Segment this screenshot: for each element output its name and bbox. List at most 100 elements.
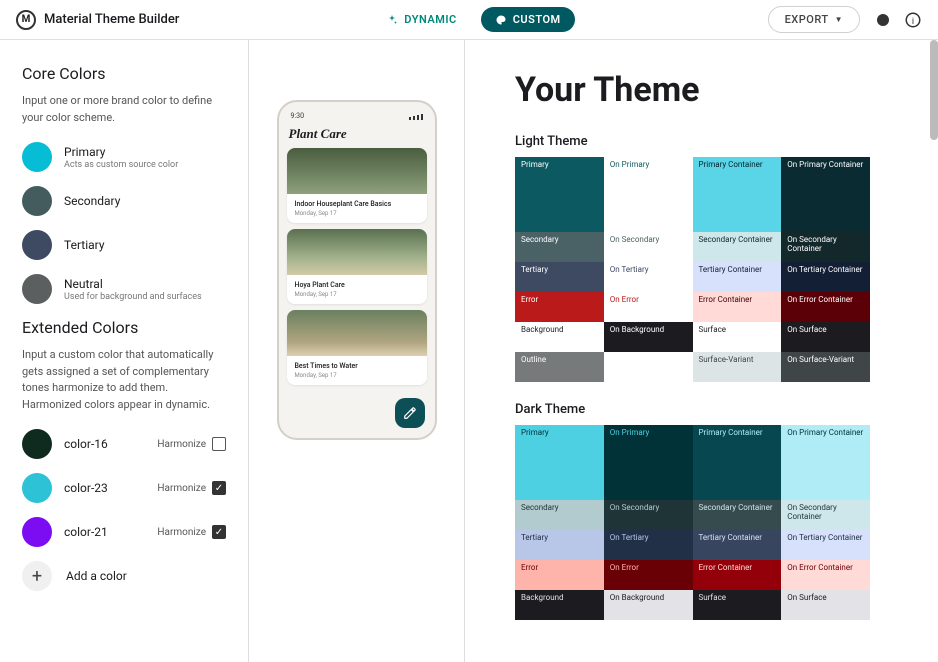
core-color-row[interactable]: Primary Acts as custom source color	[22, 142, 226, 172]
color-swatch[interactable]	[22, 274, 52, 304]
harmonize-toggle[interactable]: Harmonize	[157, 437, 226, 451]
phone-time: 9:30	[291, 112, 305, 120]
core-color-row[interactable]: Tertiary	[22, 230, 226, 260]
color-role-cell[interactable]: On Secondary Container	[781, 232, 870, 262]
phone-mockup: 9:30 Plant Care Indoor Houseplant Care B…	[277, 100, 437, 440]
color-role-cell[interactable]: On Tertiary Container	[781, 530, 870, 560]
color-role-cell[interactable]: Secondary Container	[693, 232, 782, 262]
palette-icon	[495, 14, 507, 26]
color-role-cell[interactable]: Tertiary Container	[693, 530, 782, 560]
card-image	[287, 148, 427, 194]
color-role-cell[interactable]: Outline	[515, 352, 604, 382]
dark-theme-table: PrimaryOn PrimaryPrimary ContainerOn Pri…	[515, 425, 870, 620]
color-role-cell[interactable]: Primary	[515, 157, 604, 232]
add-color-button[interactable]: + Add a color	[22, 561, 226, 591]
color-swatch[interactable]	[22, 142, 52, 172]
color-role-cell[interactable]: Secondary	[515, 500, 604, 530]
color-swatch[interactable]	[22, 230, 52, 260]
color-role-cell[interactable]: Primary	[515, 425, 604, 500]
checkbox[interactable]: ✓	[212, 481, 226, 495]
color-role-cell[interactable]: Error	[515, 292, 604, 322]
pencil-icon	[403, 406, 417, 420]
color-role-cell[interactable]: Secondary Container	[693, 500, 782, 530]
custom-mode-button[interactable]: CUSTOM	[481, 7, 575, 32]
checkbox[interactable]	[212, 437, 226, 451]
color-role-cell[interactable]: On Tertiary Container	[781, 262, 870, 292]
phone-statusbar: 9:30	[287, 112, 427, 126]
color-name: Primary	[64, 145, 226, 159]
color-role-cell[interactable]: On Primary Container	[781, 157, 870, 232]
color-role-cell[interactable]: Tertiary	[515, 530, 604, 560]
app-title: Material Theme Builder	[44, 12, 179, 27]
color-role-cell[interactable]: On Secondary	[604, 232, 693, 262]
color-name: color-23	[64, 481, 145, 495]
color-role-cell[interactable]: On Error	[604, 560, 693, 590]
color-role-cell[interactable]: On Error Container	[781, 560, 870, 590]
extended-color-row[interactable]: color-16 Harmonize	[22, 429, 226, 459]
color-role-cell[interactable]: On Tertiary	[604, 262, 693, 292]
preview-card[interactable]: Best Times to Water Monday, Sep 17	[287, 310, 427, 385]
extended-color-row[interactable]: color-21 Harmonize ✓	[22, 517, 226, 547]
color-role-cell[interactable]: On Background	[604, 590, 693, 620]
color-role-cell[interactable]: Tertiary	[515, 262, 604, 292]
card-image	[287, 229, 427, 275]
color-role-cell[interactable]: On Secondary Container	[781, 500, 870, 530]
color-role-cell[interactable]: On Secondary	[604, 500, 693, 530]
color-role-cell[interactable]: Background	[515, 590, 604, 620]
color-name: color-21	[64, 525, 145, 539]
harmonize-toggle[interactable]: Harmonize ✓	[157, 481, 226, 495]
color-role-cell[interactable]: On Error	[604, 292, 693, 322]
color-role-cell[interactable]: Secondary	[515, 232, 604, 262]
dark-theme-label: Dark Theme	[515, 402, 908, 417]
color-role-cell[interactable]: On Surface-Variant	[781, 352, 870, 382]
harmonize-toggle[interactable]: Harmonize ✓	[157, 525, 226, 539]
color-role-cell[interactable]	[604, 352, 693, 382]
topbar-actions: i	[874, 11, 922, 29]
color-role-cell[interactable]: On Primary	[604, 157, 693, 232]
sidebar: Core Colors Input one or more brand colo…	[0, 40, 248, 662]
theme-toggle-icon[interactable]	[874, 11, 892, 29]
color-role-cell[interactable]: Tertiary Container	[693, 262, 782, 292]
color-role-cell[interactable]: Surface	[693, 590, 782, 620]
color-swatch[interactable]	[22, 429, 52, 459]
card-title: Indoor Houseplant Care Basics	[295, 200, 419, 208]
light-theme-label: Light Theme	[515, 134, 908, 149]
info-icon[interactable]: i	[904, 11, 922, 29]
core-color-row[interactable]: Secondary	[22, 186, 226, 216]
color-role-cell[interactable]: Primary Container	[693, 425, 782, 500]
dynamic-mode-button[interactable]: DYNAMIC	[372, 7, 470, 32]
color-role-cell[interactable]: Surface	[693, 322, 782, 352]
export-button[interactable]: EXPORT ▼	[768, 6, 860, 33]
preview-card[interactable]: Hoya Plant Care Monday, Sep 17	[287, 229, 427, 304]
color-role-cell[interactable]: On Primary	[604, 425, 693, 500]
color-role-cell[interactable]: Primary Container	[693, 157, 782, 232]
color-swatch[interactable]	[22, 517, 52, 547]
color-role-cell[interactable]: On Surface	[781, 590, 870, 620]
checkbox[interactable]: ✓	[212, 525, 226, 539]
color-role-cell[interactable]: On Surface	[781, 322, 870, 352]
color-role-cell[interactable]: Surface-Variant	[693, 352, 782, 382]
card-date: Monday, Sep 17	[295, 210, 419, 217]
fab-edit-button[interactable]	[395, 398, 425, 428]
color-role-cell[interactable]: Background	[515, 322, 604, 352]
color-role-cell[interactable]: On Primary Container	[781, 425, 870, 500]
core-colors-title: Core Colors	[22, 64, 226, 83]
color-swatch[interactable]	[22, 186, 52, 216]
color-name: Neutral	[64, 277, 226, 291]
phone-app-title: Plant Care	[287, 126, 427, 142]
color-role-cell[interactable]: On Tertiary	[604, 530, 693, 560]
preview-column: 9:30 Plant Care Indoor Houseplant Care B…	[249, 40, 464, 662]
extended-colors-title: Extended Colors	[22, 318, 226, 337]
core-color-row[interactable]: Neutral Used for background and surfaces	[22, 274, 226, 304]
chevron-down-icon: ▼	[835, 15, 843, 24]
color-role-cell[interactable]: On Background	[604, 322, 693, 352]
color-role-cell[interactable]: Error	[515, 560, 604, 590]
scrollbar[interactable]	[930, 40, 938, 140]
color-role-cell[interactable]: On Error Container	[781, 292, 870, 322]
extended-color-row[interactable]: color-23 Harmonize ✓	[22, 473, 226, 503]
color-role-cell[interactable]: Error Container	[693, 292, 782, 322]
color-role-cell[interactable]: Error Container	[693, 560, 782, 590]
svg-text:i: i	[912, 16, 914, 26]
preview-card[interactable]: Indoor Houseplant Care Basics Monday, Se…	[287, 148, 427, 223]
color-swatch[interactable]	[22, 473, 52, 503]
